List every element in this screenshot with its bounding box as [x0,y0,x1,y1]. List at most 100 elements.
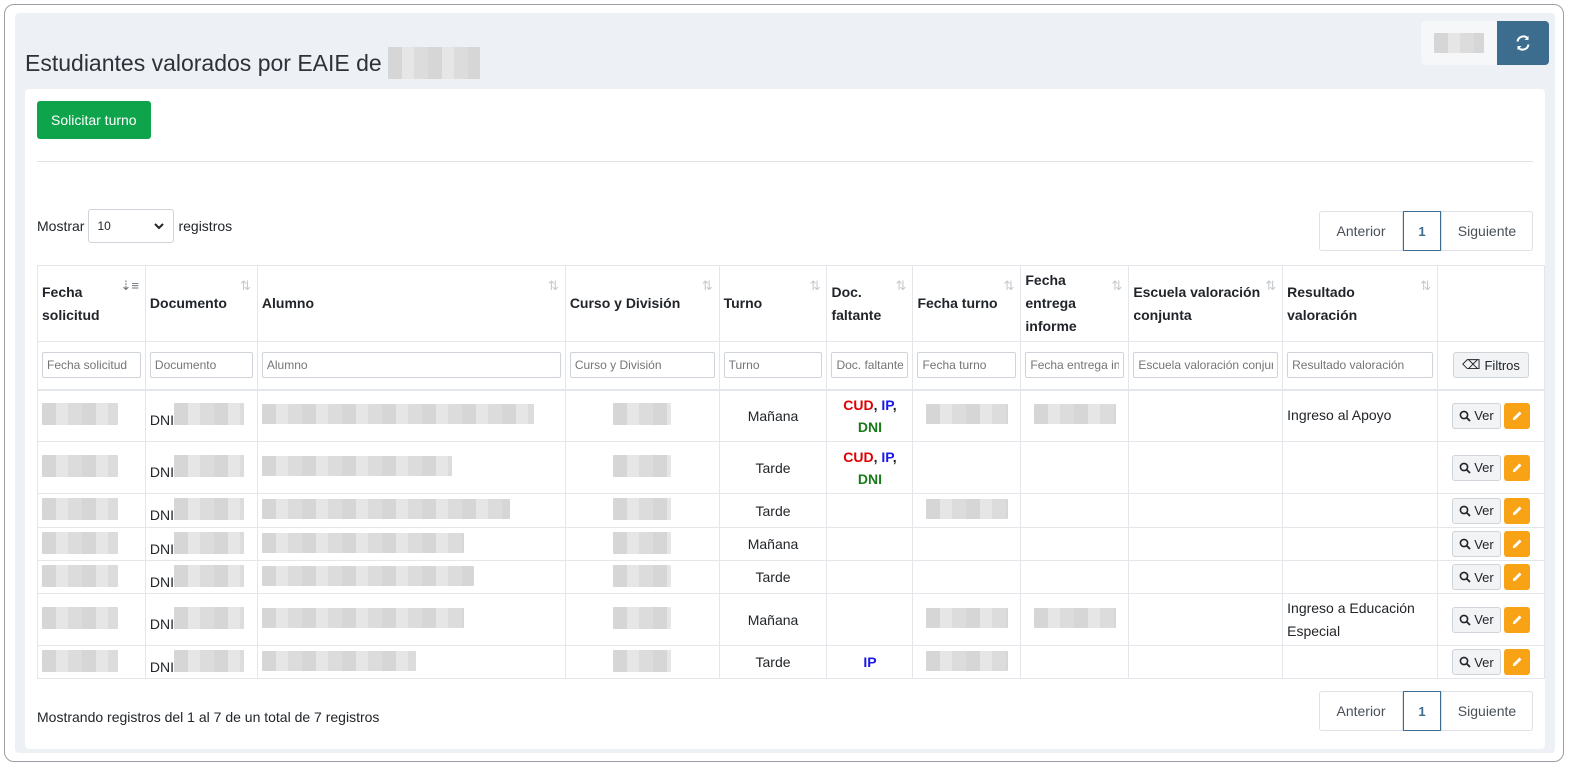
redacted-value [613,498,672,520]
cell-resultado [1282,645,1438,679]
view-label: Ver [1474,503,1494,518]
redacted-value [42,455,118,477]
table-row: DNI Tarde IP Ver [37,645,1546,679]
view-button[interactable]: Ver [1452,649,1501,675]
redacted-value [261,456,452,476]
col-documento[interactable]: Documento ⇅ [144,265,258,342]
cell-fecha-solicitud [37,389,146,442]
filtros-button[interactable]: ⌫ Filtros [1453,352,1529,379]
table-row: DNI Mañana Ver [37,527,1546,561]
cell-actions: Ver [1436,441,1546,494]
filter-alumno[interactable] [261,352,561,379]
pagination-bottom: Anterior 1 Siguiente [1319,691,1533,731]
pagination-page-1[interactable]: 1 [1403,691,1441,731]
sort-icon: ⇅ [1111,278,1123,293]
cell-curso [564,560,720,594]
cell-turno: Tarde [718,645,828,679]
cell-fecha-entrega [1020,560,1130,594]
col-resultado[interactable]: Resultado valoración ⇅ [1282,265,1438,342]
cell-resultado: Ingreso a Educación Especial [1282,593,1438,646]
cell-fecha-turno [912,389,1022,442]
filter-curso[interactable] [569,352,715,379]
doc-tag: DNI [857,418,883,435]
refresh-button[interactable] [1497,21,1549,65]
col-label: Fecha entrega informe [1025,272,1077,334]
cell-fecha-solicitud [37,493,146,528]
cell-escuela [1128,645,1284,679]
filter-escuela[interactable] [1133,352,1279,379]
filter-documento[interactable] [149,352,253,379]
view-button[interactable]: Ver [1452,497,1501,524]
col-label: Fecha turno [917,295,998,311]
cell-alumno [256,493,566,528]
pagination-prev[interactable]: Anterior [1319,211,1403,251]
sort-icon: ⇅ [809,278,821,293]
cell-fecha-entrega [1020,389,1130,442]
edit-button[interactable] [1503,564,1530,590]
eraser-icon: ⌫ [1462,357,1481,373]
col-alumno[interactable]: Alumno ⇅ [256,265,566,342]
cell-documento: DNI [144,389,258,442]
filter-fecha-solicitud[interactable] [42,352,141,379]
pencil-icon [1512,463,1522,472]
table-info: Mostrando registros del 1 al 7 de un tot… [37,709,380,725]
table-row: DNI Tarde CUD, IP, DNI Ver [37,441,1546,494]
edit-button[interactable] [1503,606,1530,633]
filter-fecha-entrega[interactable] [1025,352,1125,379]
pagination-page-1[interactable]: 1 [1403,211,1441,251]
length-menu: Mostrar 10 registros [37,209,232,243]
edit-button[interactable] [1503,454,1530,481]
filter-doc-faltante[interactable] [831,352,909,379]
pagination-next[interactable]: Siguiente [1441,211,1533,251]
table-row: DNI Tarde Ver [37,560,1546,594]
cell-resultado [1282,441,1438,494]
redacted-value [613,649,672,672]
filter-fecha-turno[interactable] [917,352,1017,379]
col-label: Escuela valoración conjunta [1133,283,1261,323]
filter-resultado[interactable] [1287,352,1433,379]
view-label: Ver [1474,654,1494,670]
view-button[interactable]: Ver [1452,564,1501,590]
sort-icon: ⇅ [1265,278,1277,293]
cell-alumno [256,389,566,442]
pagination-next[interactable]: Siguiente [1441,691,1533,731]
view-button[interactable]: Ver [1452,402,1501,429]
col-doc-faltante[interactable]: Doc. faltante ⇅ [826,265,914,342]
solicitar-turno-button[interactable]: Solicitar turno [37,101,151,139]
header-tool-placeholder[interactable] [1421,21,1497,65]
search-icon [1459,462,1471,474]
col-curso[interactable]: Curso y División ⇅ [564,265,720,342]
length-select[interactable]: 10 [88,209,175,243]
pencil-icon [1512,506,1522,515]
main-panel: Estudiantes valorados por EAIE de Solici… [15,13,1555,753]
cell-documento: DNI [144,441,258,494]
col-turno[interactable]: Turno ⇅ [718,265,828,342]
chevron-down-icon [154,223,165,230]
redacted-value [174,455,245,477]
search-icon [1459,656,1471,668]
redacted-value [261,532,464,553]
col-fecha-entrega[interactable]: Fecha entrega informe ⇅ [1020,265,1130,342]
view-button[interactable]: Ver [1452,606,1501,633]
view-button[interactable]: Ver [1452,454,1501,481]
doc-tag: IP [881,448,893,465]
edit-button[interactable] [1503,402,1530,429]
cell-documento: DNI [144,645,258,679]
col-escuela[interactable]: Escuela valoración conjunta ⇅ [1128,265,1284,342]
table-row: DNI Mañana Ingreso a Educación Especial … [37,593,1546,646]
doc-tag: CUD [843,448,874,465]
edit-button[interactable] [1503,649,1530,675]
cell-fecha-entrega [1020,493,1130,528]
filter-turno[interactable] [723,352,823,379]
cell-doc-faltante [826,560,914,594]
content-card: Solicitar turno Mostrar 10 registros Ant… [25,89,1546,749]
edit-button[interactable] [1503,531,1530,557]
pagination-prev[interactable]: Anterior [1319,691,1403,731]
cell-resultado: Ingreso al Apoyo [1282,389,1438,442]
edit-button[interactable] [1503,497,1530,524]
redacted-value [174,403,245,426]
col-label: Alumno [261,295,314,311]
col-fecha-turno[interactable]: Fecha turno ⇅ [912,265,1022,342]
view-button[interactable]: Ver [1452,531,1501,557]
col-fecha-solicitud[interactable]: Fecha solicitud ⇣≡ [37,265,146,342]
